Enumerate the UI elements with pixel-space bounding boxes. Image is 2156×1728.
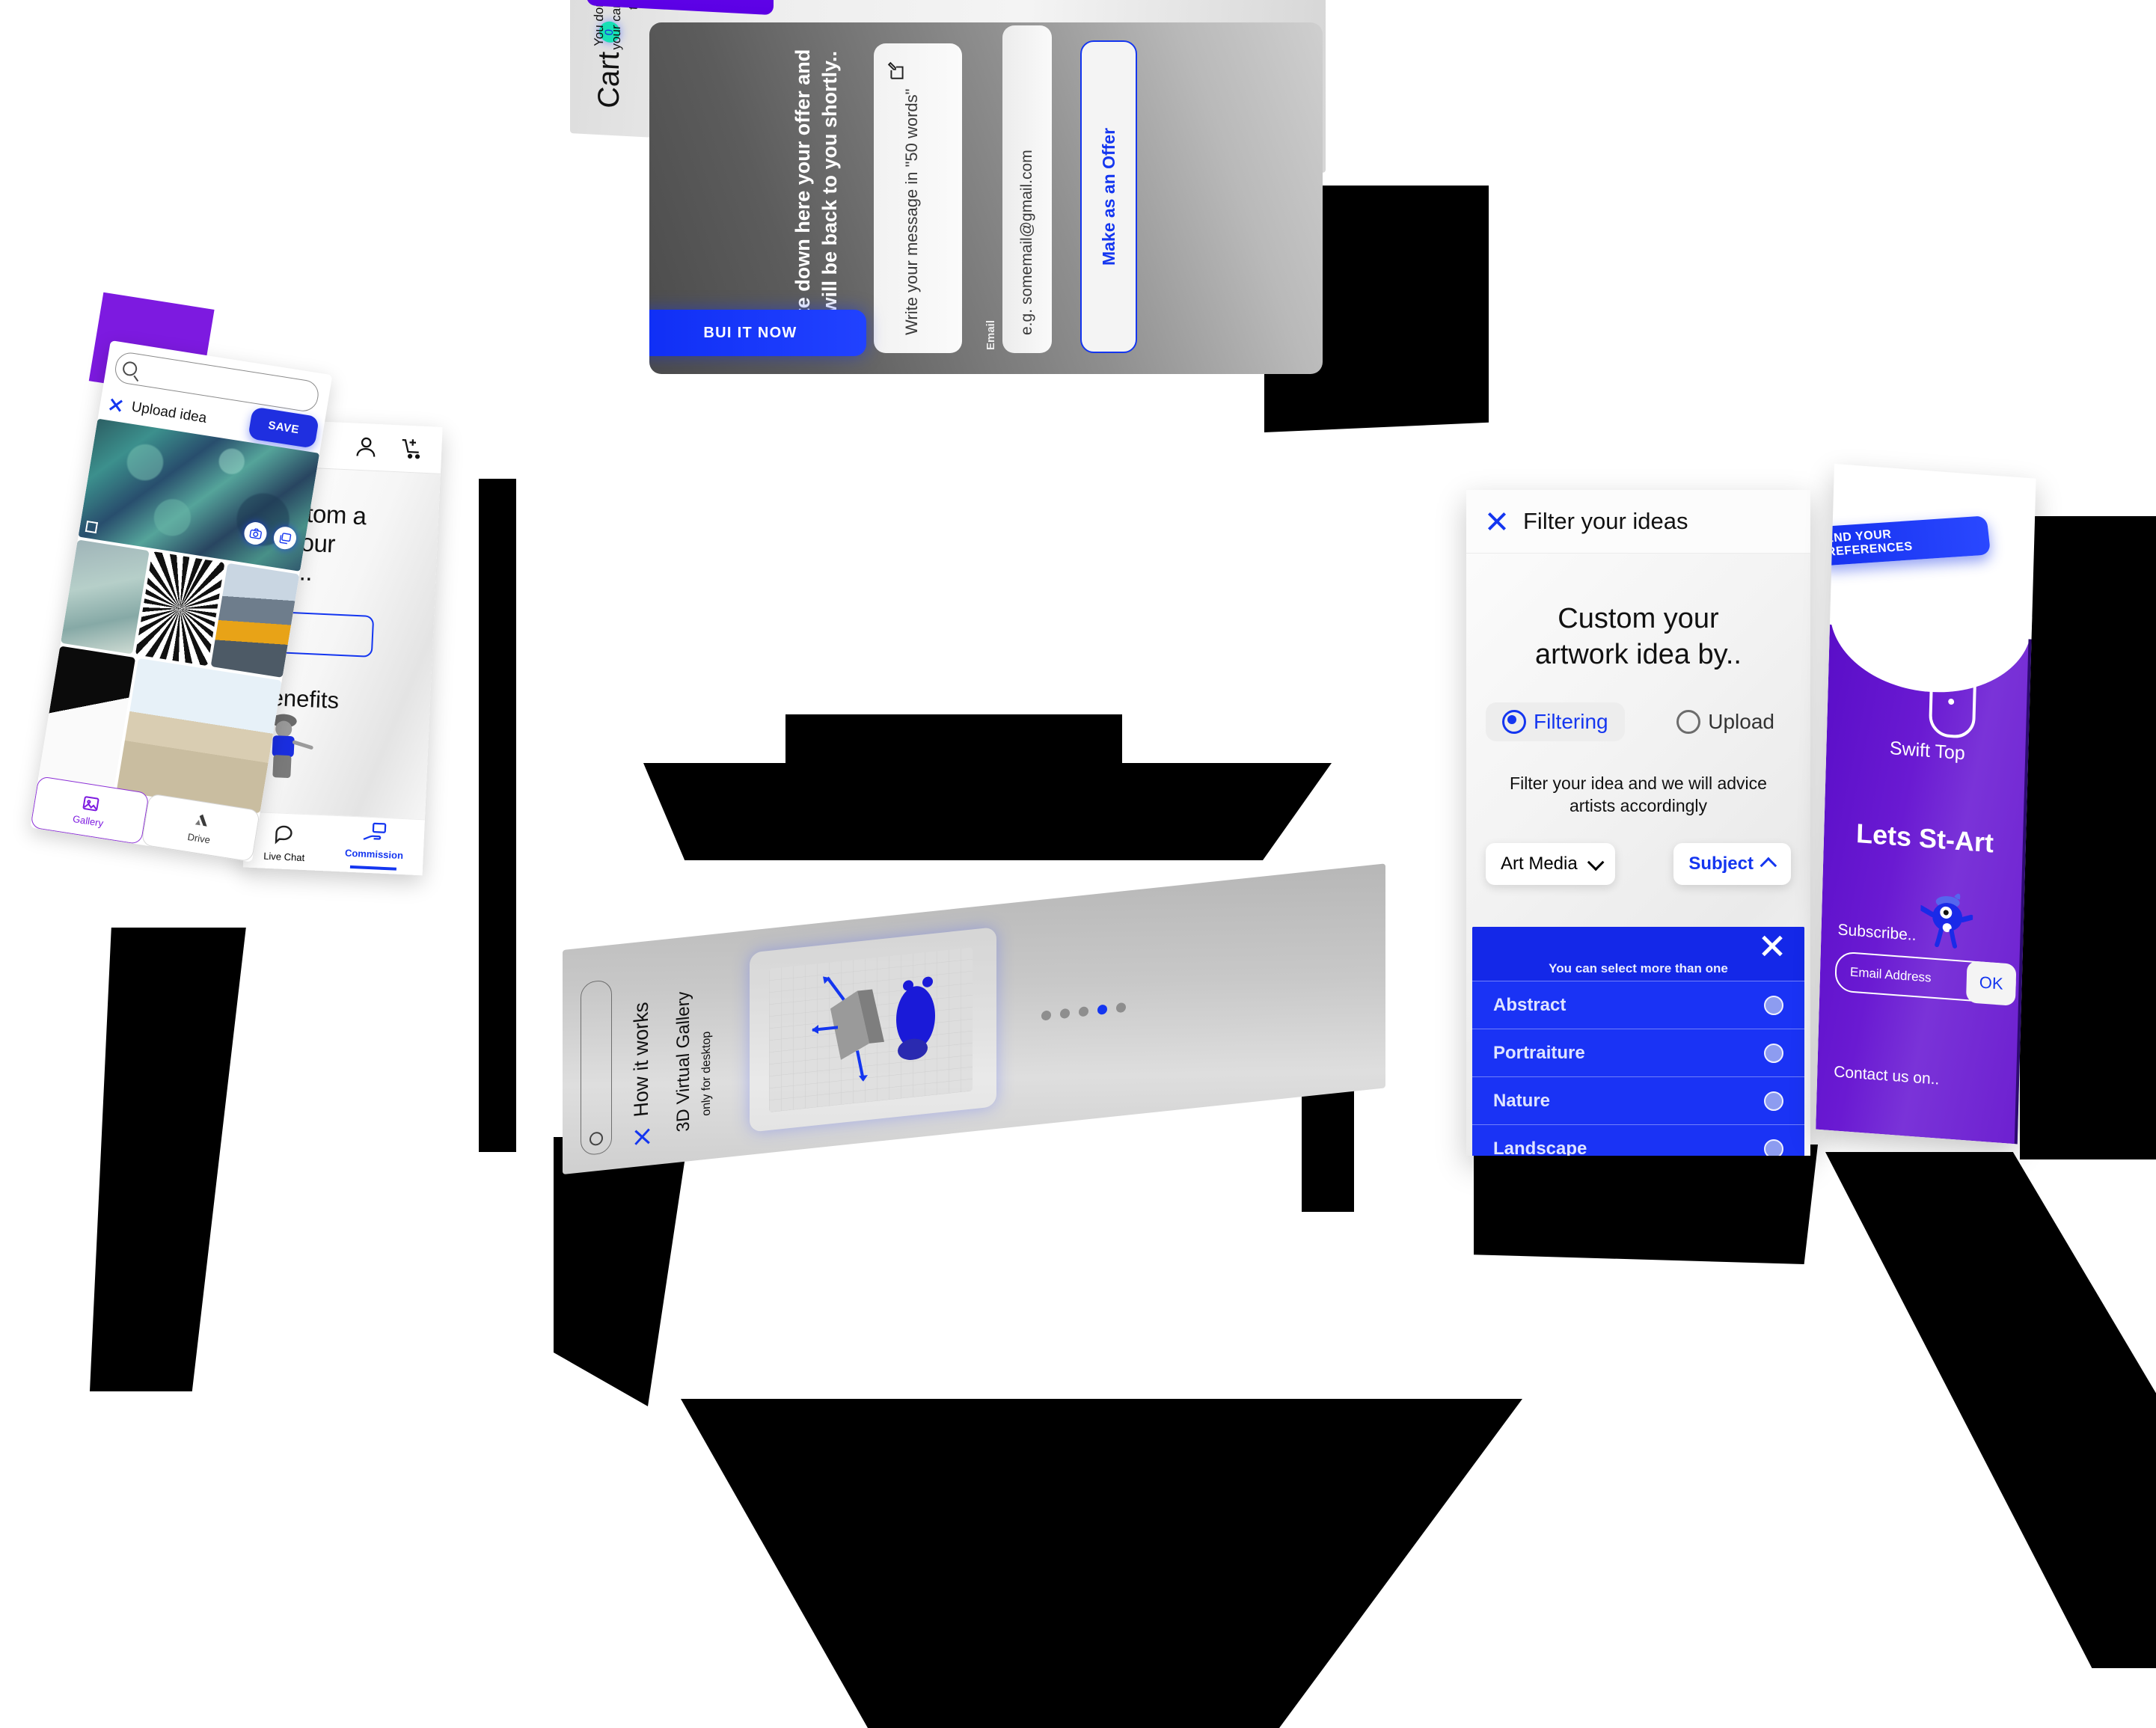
- close-icon[interactable]: [1486, 510, 1508, 533]
- dropdown-header: You can select more than one: [1472, 927, 1804, 981]
- radio-label-upload: Upload: [1708, 710, 1774, 733]
- dropdown-option-nature[interactable]: Nature: [1472, 1076, 1804, 1124]
- shadow-filter: [1474, 1145, 1818, 1264]
- search-input[interactable]: [581, 979, 612, 1156]
- offer-email-field[interactable]: e.g. somemail@gmail.com: [1002, 25, 1052, 353]
- dropdown-option-abstract[interactable]: Abstract: [1472, 981, 1804, 1029]
- filter-headline: Custom your artwork idea by..: [1535, 603, 1742, 670]
- offer-message-field[interactable]: Write your message in "50 words": [874, 43, 962, 353]
- nav-active-underline: [350, 865, 397, 871]
- nav-item-live-chat[interactable]: Live Chat: [263, 820, 306, 863]
- radio-upload[interactable]: Upload: [1660, 702, 1791, 741]
- gallery-title: Upload idea: [130, 399, 208, 426]
- howitworks-subtitle: 3D Virtual Gallery: [673, 990, 693, 1133]
- option-label: Portraiture: [1493, 1042, 1585, 1063]
- chevron-down-icon: [1587, 854, 1605, 871]
- howitworks-caption: only for desktop: [700, 1030, 713, 1117]
- cart-empty-note: You don't have any artwork in your card.…: [591, 0, 643, 59]
- select-label-subject: Subject: [1688, 853, 1754, 874]
- select-subject[interactable]: Subject: [1673, 842, 1791, 885]
- email-placeholder: Email Address: [1849, 964, 1932, 985]
- scan-corner-icon: [85, 520, 99, 534]
- mouse-icon: [1928, 658, 1977, 740]
- option-label: Landscape: [1493, 1138, 1587, 1156]
- close-icon[interactable]: [633, 1126, 652, 1148]
- offer-message-placeholder: Write your message in "50 words": [902, 88, 921, 335]
- shadow-panel2: [479, 479, 516, 1152]
- select-label-art-media: Art Media: [1501, 853, 1578, 874]
- mockup-stage: Custom a of your tion.. Benefits Live Ch…: [0, 0, 2156, 1728]
- buy-it-now-button[interactable]: BUI IT NOW: [649, 310, 866, 356]
- nav-item-commission[interactable]: Commission: [344, 821, 405, 871]
- select-art-media[interactable]: Art Media: [1486, 842, 1615, 885]
- virtual-gallery-preview[interactable]: [750, 927, 996, 1133]
- option-toggle-icon[interactable]: [1764, 1043, 1783, 1063]
- thumbnail-cityscape-watercolor[interactable]: [116, 658, 282, 814]
- shadow-howitworks: [681, 1399, 1522, 1728]
- body-bottom-nav: Live Chat Commission: [242, 811, 425, 876]
- carousel-dot[interactable]: [1079, 1006, 1088, 1017]
- carousel-dot[interactable]: [1060, 1008, 1070, 1020]
- dropdown-option-portraiture[interactable]: Portraiture: [1472, 1029, 1804, 1076]
- carousel-dot[interactable]: [1041, 1010, 1051, 1021]
- carousel-dots[interactable]: [1041, 1002, 1126, 1021]
- howitworks-title: How it works: [630, 1001, 652, 1118]
- option-label: Nature: [1493, 1090, 1551, 1111]
- cart-add-icon[interactable]: [399, 435, 426, 462]
- offer-email-placeholder: e.g. somemail@gmail.com: [1018, 150, 1035, 335]
- gallery-3d-scene: [769, 947, 973, 1112]
- cart-title: Cart: [592, 50, 625, 109]
- tab-label-gallery: Gallery: [72, 812, 105, 829]
- filter-header-title: Filter your ideas: [1523, 508, 1688, 534]
- dropdown-hint: You can select more than one: [1549, 961, 1728, 975]
- tab-label-drive: Drive: [186, 830, 212, 845]
- shadow-brand: [1825, 1152, 2156, 1668]
- carousel-dot[interactable]: [1116, 1002, 1126, 1014]
- radio-selected-icon: [1502, 710, 1526, 734]
- close-icon[interactable]: [1760, 933, 1785, 958]
- artist-mascot-icon: [1919, 889, 1974, 960]
- offer-email-label: Email: [984, 319, 997, 350]
- filter-select-row: Art Media Subject: [1466, 842, 1810, 885]
- shadow-center-strip: [554, 1137, 688, 1406]
- radio-label-filtering: Filtering: [1534, 710, 1608, 733]
- radio-unselected-icon: [1676, 710, 1701, 734]
- filter-header: Filter your ideas: [1466, 490, 1810, 554]
- offer-title: Write down here your offer and we will b…: [791, 49, 841, 348]
- make-offer-button[interactable]: Make as an Offer: [1080, 40, 1137, 353]
- radio-filtering[interactable]: Filtering: [1486, 702, 1625, 741]
- option-toggle-icon[interactable]: [1764, 1091, 1783, 1111]
- shadow-offer-2: [643, 763, 1332, 860]
- filter-description: Filter your idea and we will advice arti…: [1510, 773, 1767, 815]
- option-toggle-icon[interactable]: [1764, 995, 1783, 1015]
- nav-label-commission: Commission: [344, 847, 404, 862]
- dropdown-option-landscape[interactable]: Landscape: [1472, 1124, 1804, 1156]
- subscribe-ok-button[interactable]: OK: [1965, 960, 2017, 1006]
- option-label: Abstract: [1493, 994, 1567, 1015]
- edit-pen-icon: [887, 61, 907, 81]
- thumbnail-optical-art[interactable]: [135, 551, 225, 667]
- user-icon[interactable]: [353, 434, 380, 461]
- nav-label-live-chat: Live Chat: [263, 850, 305, 863]
- thumbnail-watercolor[interactable]: [61, 539, 150, 655]
- shadow-gallery: [90, 928, 246, 1391]
- subject-dropdown: You can select more than one Abstract Po…: [1472, 927, 1804, 1156]
- chevron-up-icon: [1760, 857, 1777, 874]
- carousel-dot-active[interactable]: [1097, 1004, 1107, 1015]
- close-icon[interactable]: [106, 396, 125, 414]
- shadow-brand-edge: [2020, 516, 2156, 1159]
- send-preferences-button[interactable]: SEND YOUR PREFERENCES: [1816, 515, 1991, 566]
- filter-mode-group: Filtering Upload: [1466, 702, 1810, 741]
- option-toggle-icon[interactable]: [1764, 1139, 1783, 1156]
